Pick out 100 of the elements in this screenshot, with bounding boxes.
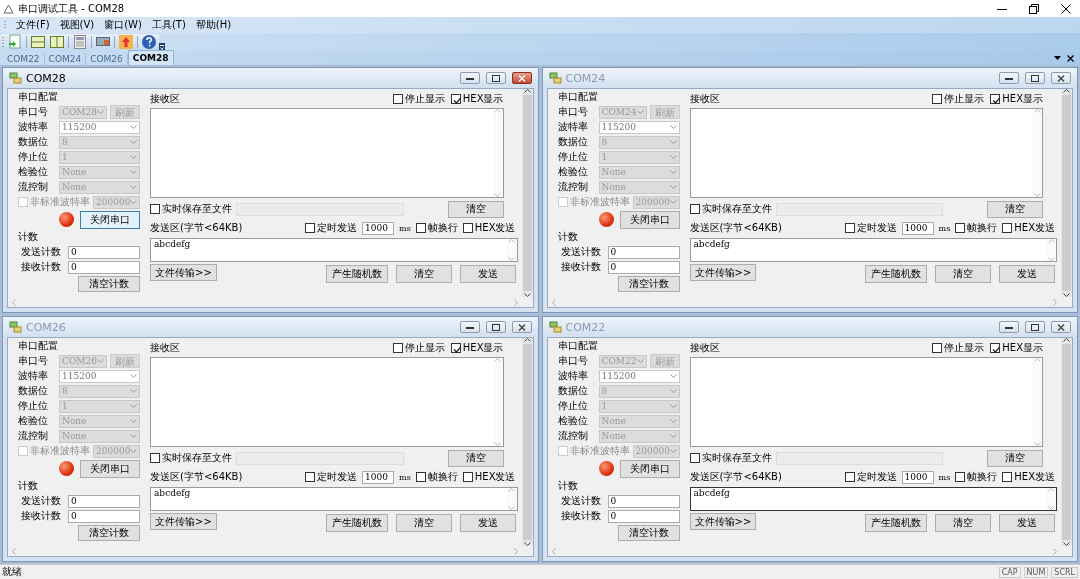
send-text-area[interactable]: abcdefg <box>150 238 518 262</box>
file-transfer-button[interactable]: 文件传输>> <box>689 513 757 530</box>
tab-list-button[interactable] <box>1054 56 1061 60</box>
close-port-button[interactable]: 关闭串口 <box>619 210 680 229</box>
menu-item[interactable]: 视图(V) <box>59 18 95 32</box>
close-port-button[interactable]: 关闭串口 <box>619 459 680 478</box>
toolbar-button[interactable] <box>72 34 88 50</box>
close-tab-button[interactable] <box>1067 54 1074 62</box>
random-number-button[interactable]: 产生随机数 <box>865 514 927 532</box>
send-button[interactable]: 发送 <box>459 265 516 283</box>
menu-item[interactable]: 帮助(H) <box>195 18 232 32</box>
restore-button[interactable] <box>1025 321 1045 333</box>
frame-newline-checkbox[interactable]: 帧换行 <box>415 470 458 484</box>
count-field[interactable]: 0 <box>68 260 140 274</box>
hex-display-checkbox[interactable]: HEX显示 <box>450 341 504 355</box>
restore-button[interactable] <box>1025 72 1045 84</box>
minimize-button[interactable] <box>999 321 1019 333</box>
minimize-button[interactable] <box>999 72 1019 84</box>
restore-button[interactable] <box>485 321 506 333</box>
dropdown[interactable]: 115200 <box>59 120 140 134</box>
stop-display-checkbox[interactable]: 停止显示 <box>932 92 985 106</box>
close-button[interactable] <box>511 72 532 84</box>
file-transfer-button[interactable]: 文件传输>> <box>150 513 217 530</box>
toolbar-button[interactable] <box>49 34 65 50</box>
clear-count-button[interactable]: 清空计数 <box>617 275 680 292</box>
clear-button[interactable]: 清空 <box>987 200 1043 218</box>
close-button[interactable] <box>1051 321 1071 333</box>
stop-display-checkbox[interactable]: 停止显示 <box>392 341 445 355</box>
random-number-button[interactable]: 产生随机数 <box>325 265 388 283</box>
send-text-area[interactable]: abcdefg <box>689 238 1057 262</box>
count-field[interactable]: 0 <box>607 509 680 523</box>
send-button[interactable]: 发送 <box>459 514 516 532</box>
save-to-file-checkbox[interactable]: 实时保存至文件 <box>689 451 772 465</box>
timed-send-checkbox[interactable]: 定时发送 <box>305 221 358 235</box>
scrollbar-thumb[interactable] <box>522 344 532 540</box>
minimize-button[interactable] <box>459 321 480 333</box>
random-number-button[interactable]: 产生随机数 <box>865 265 927 283</box>
interval-field[interactable]: 1000 <box>362 221 395 235</box>
stop-display-checkbox[interactable]: 停止显示 <box>932 341 985 355</box>
dropdown[interactable]: 115200 <box>59 369 140 383</box>
clear-button[interactable]: 清空 <box>447 200 504 218</box>
count-field[interactable]: 0 <box>68 245 140 259</box>
close-button[interactable] <box>1051 72 1071 84</box>
hex-send-checkbox[interactable]: HEX发送 <box>462 221 516 235</box>
file-transfer-button[interactable]: 文件传输>> <box>150 264 217 281</box>
count-field[interactable]: 0 <box>607 494 680 508</box>
send-text-area[interactable]: abcdefg <box>150 487 518 511</box>
document-tab[interactable]: COM28 <box>127 50 174 65</box>
frame-newline-checkbox[interactable]: 帧换行 <box>415 221 458 235</box>
close-port-button[interactable]: 关闭串口 <box>80 459 140 478</box>
toolbar-button[interactable] <box>30 34 46 50</box>
clear-count-button[interactable]: 清空计数 <box>78 524 140 541</box>
clear-button[interactable]: 清空 <box>935 514 991 532</box>
frame-newline-checkbox[interactable]: 帧换行 <box>955 470 998 484</box>
hex-send-checkbox[interactable]: HEX发送 <box>1002 221 1055 235</box>
receive-text-area[interactable] <box>689 108 1043 198</box>
send-text-area[interactable]: abcdefg <box>689 487 1057 511</box>
clear-button[interactable]: 清空 <box>935 265 991 283</box>
restore-button[interactable] <box>485 72 506 84</box>
random-number-button[interactable]: 产生随机数 <box>325 514 388 532</box>
toolbar-button[interactable] <box>7 34 23 50</box>
interval-field[interactable]: 1000 <box>901 470 934 484</box>
close-button[interactable] <box>511 321 532 333</box>
interval-field[interactable]: 1000 <box>362 470 395 484</box>
scrollbar-thumb[interactable] <box>1062 344 1071 540</box>
clear-button[interactable]: 清空 <box>987 449 1043 467</box>
interval-field[interactable]: 1000 <box>901 221 934 235</box>
clear-button[interactable]: 清空 <box>395 514 452 532</box>
receive-text-area[interactable] <box>689 357 1043 447</box>
timed-send-checkbox[interactable]: 定时发送 <box>844 221 897 235</box>
minimize-button[interactable] <box>459 72 480 84</box>
save-to-file-checkbox[interactable]: 实时保存至文件 <box>689 202 772 216</box>
frame-newline-checkbox[interactable]: 帧换行 <box>955 221 998 235</box>
hex-display-checkbox[interactable]: HEX显示 <box>990 92 1043 106</box>
receive-text-area[interactable] <box>150 108 504 198</box>
menu-item[interactable]: 窗口(W) <box>104 18 142 32</box>
count-field[interactable]: 0 <box>68 494 140 508</box>
clear-count-button[interactable]: 清空计数 <box>78 275 140 292</box>
menu-item[interactable]: 工具(T) <box>151 18 186 32</box>
count-field[interactable]: 0 <box>68 509 140 523</box>
clear-count-button[interactable]: 清空计数 <box>617 524 680 541</box>
clear-button[interactable]: 清空 <box>447 449 504 467</box>
dropdown[interactable]: 115200 <box>598 120 680 134</box>
save-to-file-checkbox[interactable]: 实时保存至文件 <box>150 202 232 216</box>
scrollbar-thumb[interactable] <box>1062 95 1071 291</box>
hex-display-checkbox[interactable]: HEX显示 <box>450 92 504 106</box>
scrollbar-thumb[interactable] <box>522 95 532 291</box>
hex-send-checkbox[interactable]: HEX发送 <box>1002 470 1055 484</box>
toolbar-button[interactable] <box>141 34 157 50</box>
file-transfer-button[interactable]: 文件传输>> <box>689 264 757 281</box>
stop-display-checkbox[interactable]: 停止显示 <box>392 92 445 106</box>
count-field[interactable]: 0 <box>607 260 680 274</box>
hex-send-checkbox[interactable]: HEX发送 <box>462 470 516 484</box>
send-button[interactable]: 发送 <box>999 265 1055 283</box>
clear-button[interactable]: 清空 <box>395 265 452 283</box>
dropdown[interactable]: 115200 <box>598 369 680 383</box>
menu-item[interactable]: 文件(F) <box>16 18 50 32</box>
timed-send-checkbox[interactable]: 定时发送 <box>305 470 358 484</box>
timed-send-checkbox[interactable]: 定时发送 <box>844 470 897 484</box>
toolbar-button[interactable] <box>118 34 134 50</box>
